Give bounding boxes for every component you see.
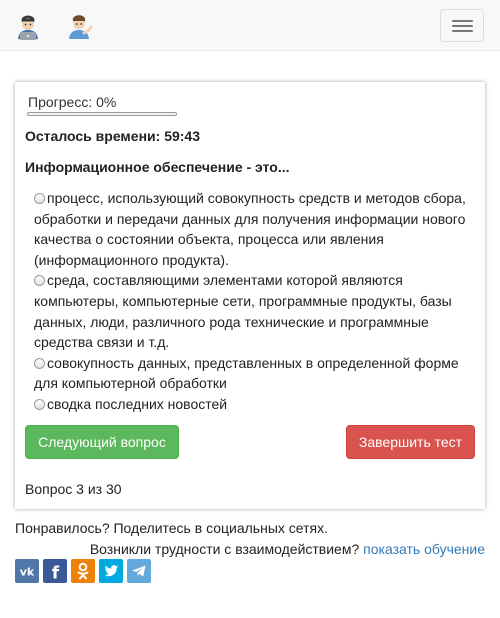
hamburger-icon [452, 20, 473, 22]
radio-button[interactable] [34, 193, 45, 204]
facebook-icon[interactable]: f [43, 559, 67, 583]
top-navbar [0, 0, 500, 51]
man-technologist-icon[interactable] [15, 14, 41, 40]
answer-option-4[interactable]: сводка последних новостей [34, 394, 474, 415]
answer-list: процесс, использующий совокупность средс… [34, 188, 474, 415]
radio-button[interactable] [34, 398, 45, 410]
question-text: Информационное обеспечение - это... [25, 159, 290, 175]
odnoklassniki-icon[interactable] [71, 559, 95, 583]
telegram-icon[interactable] [127, 559, 151, 583]
answer-text: процесс, использующий совокупность средс… [34, 190, 466, 268]
help-text: Возникли трудности с взаимодействием? [89, 541, 360, 557]
svg-text:f: f [52, 564, 60, 584]
progress-label: Прогресс: 0% [28, 94, 117, 110]
share-prompt: Понравилось? Поделитесь в социальных сет… [15, 520, 328, 536]
question-counter: Вопрос 3 из 30 [25, 481, 122, 497]
vk-icon[interactable]: vk [15, 559, 39, 583]
hamburger-icon [452, 30, 473, 32]
help-line: Возникли трудности с взаимодействием? по… [90, 541, 485, 557]
svg-text:vk: vk [20, 566, 35, 579]
time-remaining: Осталось времени: 59:43 [25, 128, 200, 144]
answer-option-1[interactable]: процесс, использующий совокупность средс… [34, 188, 474, 270]
answer-text: совокупность данных, представленных в оп… [34, 354, 459, 392]
menu-toggle-button[interactable] [440, 9, 484, 42]
answer-option-2[interactable]: среда, составляющими элементами которой … [34, 270, 474, 352]
man-tipping-hand-icon[interactable] [67, 14, 93, 40]
answer-text: среда, составляющими элементами которой … [34, 272, 452, 351]
answer-option-3[interactable]: совокупность данных, представленных в оп… [34, 353, 474, 394]
hamburger-icon [452, 25, 473, 27]
radio-button[interactable] [34, 357, 45, 369]
progress-bar [27, 112, 177, 116]
quiz-card: Прогресс: 0% Осталось времени: 59:43 Инф… [15, 82, 485, 509]
next-question-button[interactable]: Следующий вопрос [25, 425, 179, 459]
show-tutorial-link[interactable]: показать обучение [363, 541, 485, 557]
finish-test-button[interactable]: Завершить тест [346, 425, 475, 459]
radio-button[interactable] [34, 275, 45, 287]
answer-text: сводка последних новостей [47, 395, 228, 412]
twitter-icon[interactable] [99, 559, 123, 583]
